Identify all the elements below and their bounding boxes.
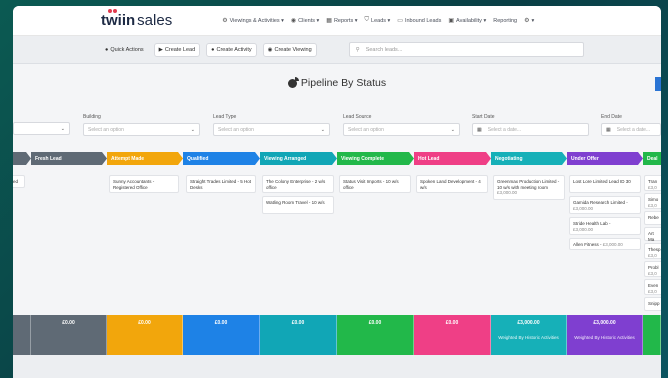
stage-fresh-lead[interactable]: Fresh Lead xyxy=(31,152,107,165)
stage-total: £0.00 xyxy=(337,315,414,355)
bottom-area xyxy=(13,355,661,378)
gear-icon: ⚙ xyxy=(222,18,228,24)
nav-availability[interactable]: ▣ Availability ▾ xyxy=(448,17,486,25)
lead-card[interactable]: Lost Lore Limited Lead ID 30 xyxy=(569,175,641,193)
bolt-icon: ● xyxy=(105,46,109,53)
chevron-down-icon: ⌄ xyxy=(190,127,195,133)
pipeline-board: Fresh Lead Attempt Made Qualified Viewin… xyxy=(13,152,661,322)
nav-leads[interactable]: ⛉ Leads ▾ xyxy=(365,17,391,24)
filter-row: ⌄ Building Select an option ⌄ Lead Type S… xyxy=(13,114,661,140)
lead-type-select[interactable]: Select an option ⌄ xyxy=(213,123,330,136)
lead-card[interactable]: Thesp £3,0 xyxy=(644,243,661,259)
filter-building: Building Select an option ⌄ xyxy=(83,114,200,136)
funnel-icon: ⛉ xyxy=(364,17,370,23)
page-header: Pipeline By Status xyxy=(13,64,661,102)
create-activity-button[interactable]: ● Create Activity xyxy=(206,42,257,57)
stage-partial[interactable] xyxy=(13,152,31,165)
nav-inbound-leads[interactable]: ▭ Inbound Leads xyxy=(397,17,441,25)
stage-total: £0.00 xyxy=(107,315,183,355)
stage-total: £3,000.00 Weighted By Historic Activities xyxy=(567,315,643,355)
calendar-icon: ▦ xyxy=(477,127,482,133)
logo-mark: twiin xyxy=(101,9,135,29)
filter-first: ⌄ xyxy=(13,114,70,135)
calendar-icon: ▣ xyxy=(448,18,455,24)
inbox-icon: ▭ xyxy=(397,18,403,24)
stage-negotiating[interactable]: Negotiating xyxy=(491,152,567,165)
create-viewing-button[interactable]: ◉ Create Viewing xyxy=(262,42,317,57)
lead-card[interactable]: Sunny Accountants - Registered Office xyxy=(109,175,179,193)
building-select[interactable]: Select an option ⌄ xyxy=(83,123,200,136)
lead-card[interactable]: Even £3,0 xyxy=(644,279,661,295)
stage-total: £0.00 xyxy=(414,315,491,355)
nav-reports[interactable]: ▦ Reports ▾ xyxy=(326,17,357,25)
chevron-down-icon: ⌄ xyxy=(450,127,455,133)
stage-total xyxy=(13,315,31,355)
filter-lead-type: Lead Type Select an option ⌄ xyxy=(213,114,330,136)
chevron-down-icon: ⌄ xyxy=(320,127,325,133)
filter-first-select[interactable]: ⌄ xyxy=(13,122,70,135)
filter-start-date: Start Date ▦ Select a date... xyxy=(472,114,589,136)
lead-card[interactable]: Greenmax Production Limited - 10 w/s wit… xyxy=(493,175,565,200)
lead-card[interactable]: Art Ma xyxy=(644,227,661,242)
search-input[interactable]: ⚲ Search leads... xyxy=(348,42,584,57)
filter-lead-source: Lead Source Select an option ⌄ xyxy=(343,114,460,136)
start-date-input[interactable]: ▦ Select a date... xyxy=(472,123,589,136)
page-title: Pipeline By Status xyxy=(300,77,387,89)
stage-totals: £0.00 £0.00 £0.00 £0.00 £0.00 £0.00 £3,0… xyxy=(13,315,661,355)
activity-icon: ● xyxy=(211,46,215,53)
side-tab-button[interactable] xyxy=(655,77,661,91)
lead-card[interactable]: Snipp xyxy=(644,297,661,311)
settings-icon: ⚙ xyxy=(524,18,530,24)
nav-viewings-activities[interactable]: ⚙ Viewings & Activities ▾ xyxy=(222,17,284,25)
lead-icon: ▶ xyxy=(158,46,163,53)
chevron-down-icon: ⌄ xyxy=(60,126,65,132)
stage-attempt-made[interactable]: Attempt Made xyxy=(107,152,183,165)
twiin-sales-logo[interactable]: twiin sales xyxy=(101,9,172,29)
stage-total: £3,000.00 Weighted By Historic Activities xyxy=(491,315,567,355)
stage-total xyxy=(643,315,661,355)
stage-under-offer[interactable]: Under Offer xyxy=(567,152,643,165)
nav-reporting[interactable]: Reporting xyxy=(493,18,517,24)
lead-card[interactable]: Spoken Land Development - 4 w/s xyxy=(416,175,488,193)
stage-deal[interactable]: Deal xyxy=(643,152,661,165)
stage-viewing-complete[interactable]: Viewing Complete xyxy=(337,152,414,165)
lead-source-select[interactable]: Select an option ⌄ xyxy=(343,123,460,136)
stage-total: £0.00 xyxy=(260,315,337,355)
search-icon: ⚲ xyxy=(355,46,360,53)
lead-card[interactable]: Tran £3,0 xyxy=(644,175,661,191)
stage-total: £0.00 xyxy=(183,315,260,355)
lead-card[interactable]: ed xyxy=(13,175,25,188)
lead-card[interactable]: Allen Fitness - £3,000.00 xyxy=(569,238,641,250)
chart-icon: ▦ xyxy=(326,18,332,24)
stage-qualified[interactable]: Qualified xyxy=(183,152,260,165)
nav-settings[interactable]: ⚙ ▾ xyxy=(524,17,534,25)
top-navigation-bar: twiin sales ⚙ Viewings & Activities ▾ ◉ Cl… xyxy=(13,6,661,36)
pie-chart-icon xyxy=(287,76,299,88)
stage-total: £0.00 xyxy=(31,315,107,355)
calendar-icon: ▦ xyxy=(606,127,611,133)
app-window: twiin sales ⚙ Viewings & Activities ▾ ◉ Cl… xyxy=(13,6,661,378)
end-date-input[interactable]: ▦ Select a date... xyxy=(601,123,661,136)
nav-clients[interactable]: ◉ Clients ▾ xyxy=(290,17,319,25)
lead-card[interactable]: The Colony Enterprise - 2 w/s office xyxy=(262,175,334,193)
lead-card[interactable]: Probl £3,0 xyxy=(644,261,661,277)
stage-hot-lead[interactable]: Hot Lead xyxy=(414,152,491,165)
stage-viewing-arranged[interactable]: Viewing Arranged xyxy=(260,152,337,165)
lead-card[interactable]: Rebe xyxy=(644,211,661,225)
quick-actions-bar: ● Quick Actions ▶ Create Lead ● Create Acti… xyxy=(13,36,661,64)
lead-card[interactable]: Stride Health Lab - £3,000.00 xyxy=(569,217,641,235)
lead-card[interactable]: Gamida Research Limited - £3,000.00 xyxy=(569,196,641,214)
quick-actions-label: ● Quick Actions xyxy=(105,46,144,53)
lead-card[interactable]: Watling Room Travel - 10 w/s xyxy=(262,196,334,214)
create-lead-button[interactable]: ▶ Create Lead xyxy=(153,42,201,57)
lead-card[interactable]: Straight Trades Limited - 5 Hot Desks xyxy=(186,175,256,193)
lead-card[interactable]: Status Visit Imports - 10 w/s office xyxy=(339,175,411,193)
lead-card[interactable]: Simo £3,0 xyxy=(644,193,661,209)
user-icon: ◉ xyxy=(290,18,297,24)
main-nav: ⚙ Viewings & Activities ▾ ◉ Clients ▾ ▦ Rep… xyxy=(222,17,534,24)
viewing-icon: ◉ xyxy=(267,46,273,53)
filter-end-date: End Date ▦ Select a date... xyxy=(601,114,661,136)
